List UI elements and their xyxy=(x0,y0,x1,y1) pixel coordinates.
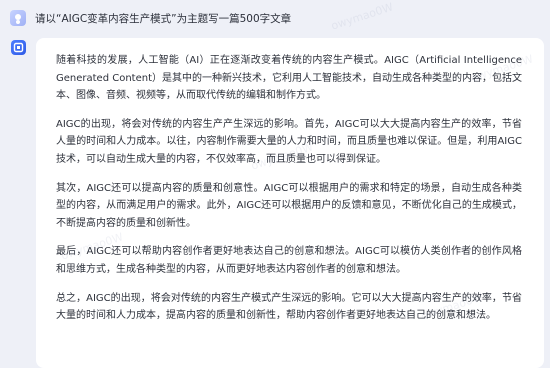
answer-paragraph-5: 总之，AIGC的出现，将会对传统的内容生产模式产生深远的影响。它可以大大提高内容… xyxy=(56,292,522,322)
user-message-row: 请以“AIGC变革内容生产模式”为主题写一篇500字文章 xyxy=(10,8,291,28)
answer-paragraph-2: AIGC的出现，将会对传统的内容生产产生深远的影响。首先，AIGC可以大大提高内… xyxy=(56,118,522,165)
assistant-answer-card: 随着科技的发展，人工智能（AI）正在逐渐改变着传统的内容生产模式。AIGC（Ar… xyxy=(36,38,544,368)
answer-paragraph-4: 最后，AIGC还可以帮助内容创作者更好地表达自己的创意和想法。AIGC可以模仿人… xyxy=(56,246,522,275)
answer-paragraph-1: 随着科技的发展，人工智能（AI）正在逐渐改变着传统的内容生产模式。AIGC（Ar… xyxy=(56,55,523,102)
assistant-logo-icon xyxy=(11,40,26,55)
user-message-text: 请以“AIGC变革内容生产模式”为主题写一篇500字文章 xyxy=(35,12,292,25)
user-avatar-icon xyxy=(10,10,26,26)
answer-paragraph-3: 其次，AIGC还可以提高内容的质量和创意性。AIGC可以根据用户的需求和特定的场… xyxy=(56,182,522,229)
watermark-text: owymao0W xyxy=(329,0,395,33)
